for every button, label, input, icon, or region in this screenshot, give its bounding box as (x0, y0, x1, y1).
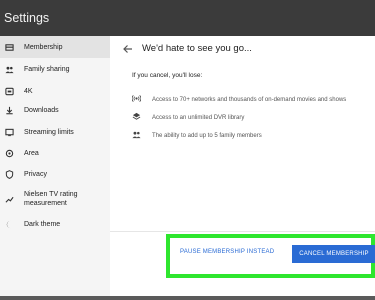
family-icon (4, 64, 14, 74)
people-icon (132, 130, 141, 141)
feature-item: Access to an unlimited DVR library (132, 112, 244, 123)
sidebar-item-label: Privacy (24, 170, 47, 178)
cancel-membership-button[interactable]: CANCEL MEMBERSHIP (292, 245, 375, 263)
page-title: Settings (4, 11, 50, 25)
moon-icon (4, 219, 14, 229)
sidebar-item-label: Streaming limits (24, 128, 74, 136)
sidebar-item-label: Family sharing (24, 65, 70, 73)
back-arrow-icon[interactable] (122, 42, 134, 54)
location-icon (4, 148, 14, 158)
divider (110, 231, 375, 232)
sidebar-item-area[interactable]: Area (0, 142, 110, 164)
sidebar-item-dark-theme[interactable]: Dark theme (0, 213, 110, 235)
feature-text: Access to an unlimited DVR library (152, 114, 245, 121)
sidebar-item-label: Area (24, 149, 39, 157)
sidebar-item-membership[interactable]: Membership (0, 36, 110, 58)
feature-text: The ability to add up to 5 family member… (152, 132, 262, 139)
sidebar-item-label: Downloads (24, 106, 59, 114)
sidebar-item-label: 4K (24, 87, 33, 95)
pause-membership-button[interactable]: PAUSE MEMBERSHIP INSTEAD (180, 249, 274, 255)
sidebar-item-label: Membership (24, 43, 63, 51)
sidebar-item-streaming-limits[interactable]: Streaming limits (0, 121, 110, 143)
sidebar: Membership Family sharing 4K Downloads S (0, 36, 110, 296)
download-icon (4, 105, 14, 115)
sidebar-item-label: Dark theme (24, 220, 61, 228)
sidebar-item-label: Nielsen TV rating measurement (24, 191, 78, 207)
4k-icon (4, 86, 14, 96)
content-title: We'd hate to see you go... (142, 43, 252, 54)
membership-icon (4, 42, 14, 52)
broadcast-icon (131, 94, 142, 105)
sidebar-item-downloads[interactable]: Downloads (0, 99, 110, 121)
shield-icon (4, 169, 14, 179)
intro-text: If you cancel, you'll lose: (132, 72, 203, 79)
feature-text: Access to 70+ networks and thousands of … (152, 96, 347, 103)
highlighted-actions: PAUSE MEMBERSHIP INSTEAD CANCEL MEMBERSH… (166, 234, 375, 278)
feature-item: Access to 70+ networks and thousands of … (131, 94, 346, 105)
feature-item: The ability to add up to 5 family member… (132, 130, 262, 141)
app-header: Settings (0, 0, 375, 36)
chart-icon (4, 194, 14, 204)
layers-icon (132, 112, 141, 123)
sidebar-item-privacy[interactable]: Privacy (0, 163, 110, 185)
sidebar-item-family-sharing[interactable]: Family sharing (0, 58, 110, 80)
sidebar-item-nielsen[interactable]: Nielsen TV rating measurement (0, 185, 110, 213)
streaming-icon (4, 127, 14, 137)
